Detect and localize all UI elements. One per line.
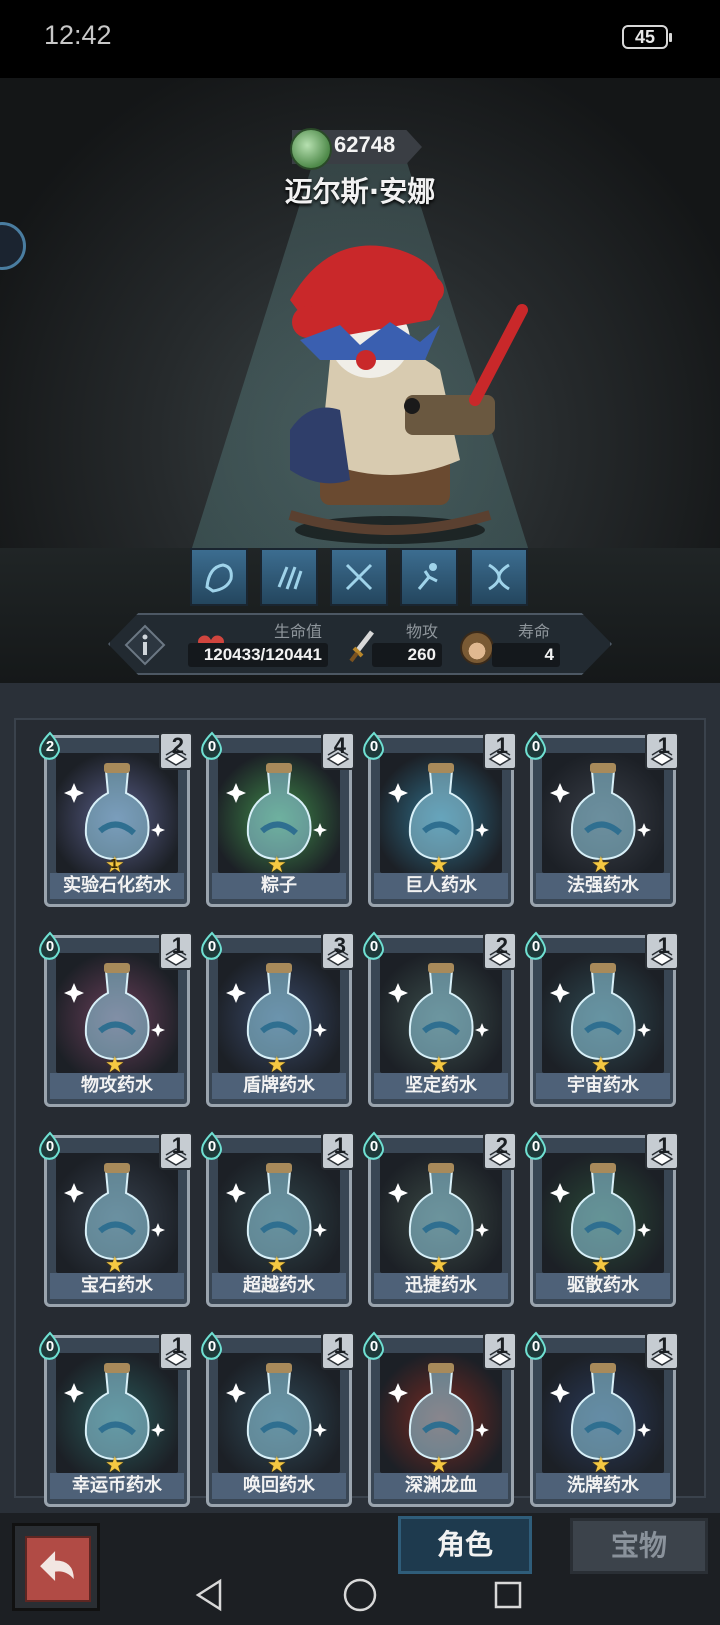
item-card[interactable]: ★ 深渊龙血 0 1 (363, 1331, 517, 1507)
tab-treasure[interactable]: 宝物 (570, 1518, 708, 1574)
item-cost: 0 (369, 1338, 379, 1355)
dna-skill-icon (488, 563, 510, 591)
skill-slot-1[interactable] (190, 548, 248, 606)
info-button[interactable] (124, 624, 166, 666)
attack-label: 物攻 (406, 622, 439, 641)
item-name: 驱散药水 (536, 1273, 670, 1299)
item-card[interactable]: ★ 超越药水 0 1 (201, 1131, 355, 1307)
item-name: 宝石药水 (50, 1273, 184, 1299)
item-count: 1 (657, 1333, 670, 1358)
item-cost: 0 (531, 1338, 541, 1355)
item-count: 1 (171, 933, 184, 958)
item-name: 幸运币药水 (50, 1473, 184, 1499)
battery-icon: 45 (622, 25, 672, 49)
hp-label: 生命值 (274, 622, 323, 641)
crossed-swords-skill-icon (345, 563, 373, 591)
item-count: 4 (333, 733, 346, 758)
item-cost: 0 (531, 1138, 541, 1155)
item-name: 洗牌药水 (536, 1473, 670, 1499)
item-cost: 0 (369, 1138, 379, 1155)
item-cost: 0 (45, 1138, 55, 1155)
lifespan-icon (460, 631, 494, 665)
skill-slot-2[interactable] (260, 548, 318, 606)
item-name: 物攻药水 (50, 1073, 184, 1099)
item-card[interactable]: ★ 唤回药水 0 1 (201, 1331, 355, 1507)
item-count: 3 (333, 933, 346, 958)
item-cost: 0 (531, 738, 541, 755)
item-name: 宇宙药水 (536, 1073, 670, 1099)
item-card[interactable]: ★ 法强药水 0 1 (525, 731, 679, 907)
fist-skill-icon (205, 563, 233, 593)
lifespan-label: 寿命 (518, 622, 551, 641)
star-level: 1 (110, 857, 119, 871)
item-count: 1 (657, 1133, 670, 1158)
item-cost: 0 (207, 1138, 217, 1155)
item-card[interactable]: ★ 巨人药水 0 1 (363, 731, 517, 907)
item-cost: 0 (369, 738, 379, 755)
item-card[interactable]: ★ 洗牌药水 0 1 (525, 1331, 679, 1507)
item-count: 2 (495, 933, 508, 958)
item-cost: 0 (531, 938, 541, 955)
attack-value: 260 (372, 643, 442, 667)
item-count: 1 (495, 1333, 508, 1358)
item-count: 1 (333, 1333, 346, 1358)
item-card[interactable]: ★ 宝石药水 0 1 (39, 1131, 193, 1307)
currency-value: 62748 (334, 132, 396, 157)
dash-skill-icon (417, 563, 438, 590)
nav-recents-icon[interactable] (488, 1575, 528, 1615)
item-card[interactable]: ★ 粽子 0 4 (201, 731, 355, 907)
item-name: 深渊龙血 (374, 1473, 508, 1499)
item-count: 2 (171, 733, 184, 758)
item-card[interactable]: ★ 物攻药水 0 1 (39, 931, 193, 1107)
coin-icon (290, 128, 332, 170)
skill-bar (190, 548, 528, 606)
item-cost: 0 (369, 938, 379, 955)
nav-back-icon[interactable] (190, 1575, 230, 1615)
item-name: 唤回药水 (212, 1473, 346, 1499)
skill-slot-4[interactable] (400, 548, 458, 606)
skill-slot-5[interactable] (470, 548, 528, 606)
item-cost: 0 (207, 1338, 217, 1355)
item-name: 实验石化药水 (50, 873, 184, 899)
item-name: 巨人药水 (374, 873, 508, 899)
clock: 12:42 (44, 20, 112, 50)
item-card[interactable]: ★ 迅捷药水 0 2 (363, 1131, 517, 1307)
tab-role[interactable]: 角色 (398, 1516, 532, 1574)
item-cost: 0 (45, 938, 55, 955)
nav-home-icon[interactable] (340, 1575, 380, 1615)
item-cost: 0 (207, 738, 217, 755)
item-count: 1 (657, 933, 670, 958)
item-name: 法强药水 (536, 873, 670, 899)
item-name: 超越药水 (212, 1273, 346, 1299)
hp-value: 120433/120441 (188, 643, 328, 667)
item-name: 坚定药水 (374, 1073, 508, 1099)
item-card[interactable]: ★ 宇宙药水 0 1 (525, 931, 679, 1107)
item-cost: 2 (45, 738, 55, 755)
item-card[interactable]: ★ 坚定药水 0 2 (363, 931, 517, 1107)
item-card[interactable]: ★ 幸运币药水 0 1 (39, 1331, 193, 1507)
back-button[interactable] (12, 1523, 100, 1611)
character-portrait[interactable] (230, 230, 550, 550)
status-bar: 12:42 45 (0, 0, 720, 78)
skill-slot-3[interactable] (330, 548, 388, 606)
item-card[interactable]: ★ 驱散药水 0 1 (525, 1131, 679, 1307)
item-card[interactable]: ★ 盾牌药水 0 3 (201, 931, 355, 1107)
claw-skill-icon (277, 566, 303, 590)
item-count: 1 (495, 733, 508, 758)
character-name: 迈尔斯·安娜 (284, 175, 436, 208)
item-name: 盾牌药水 (212, 1073, 346, 1099)
item-count: 1 (657, 733, 670, 758)
item-cost: 0 (207, 938, 217, 955)
item-count: 1 (171, 1333, 184, 1358)
item-count: 2 (495, 1133, 508, 1158)
lifespan-value: 4 (492, 643, 560, 667)
item-name: 粽子 (212, 873, 346, 899)
item-card[interactable]: ★ 1 实验石化药水 2 2 (39, 731, 193, 907)
item-count: 1 (333, 1133, 346, 1158)
item-count: 1 (171, 1133, 184, 1158)
item-name: 迅捷药水 (374, 1273, 508, 1299)
item-cost: 0 (45, 1338, 55, 1355)
back-arrow-icon (25, 1536, 91, 1602)
